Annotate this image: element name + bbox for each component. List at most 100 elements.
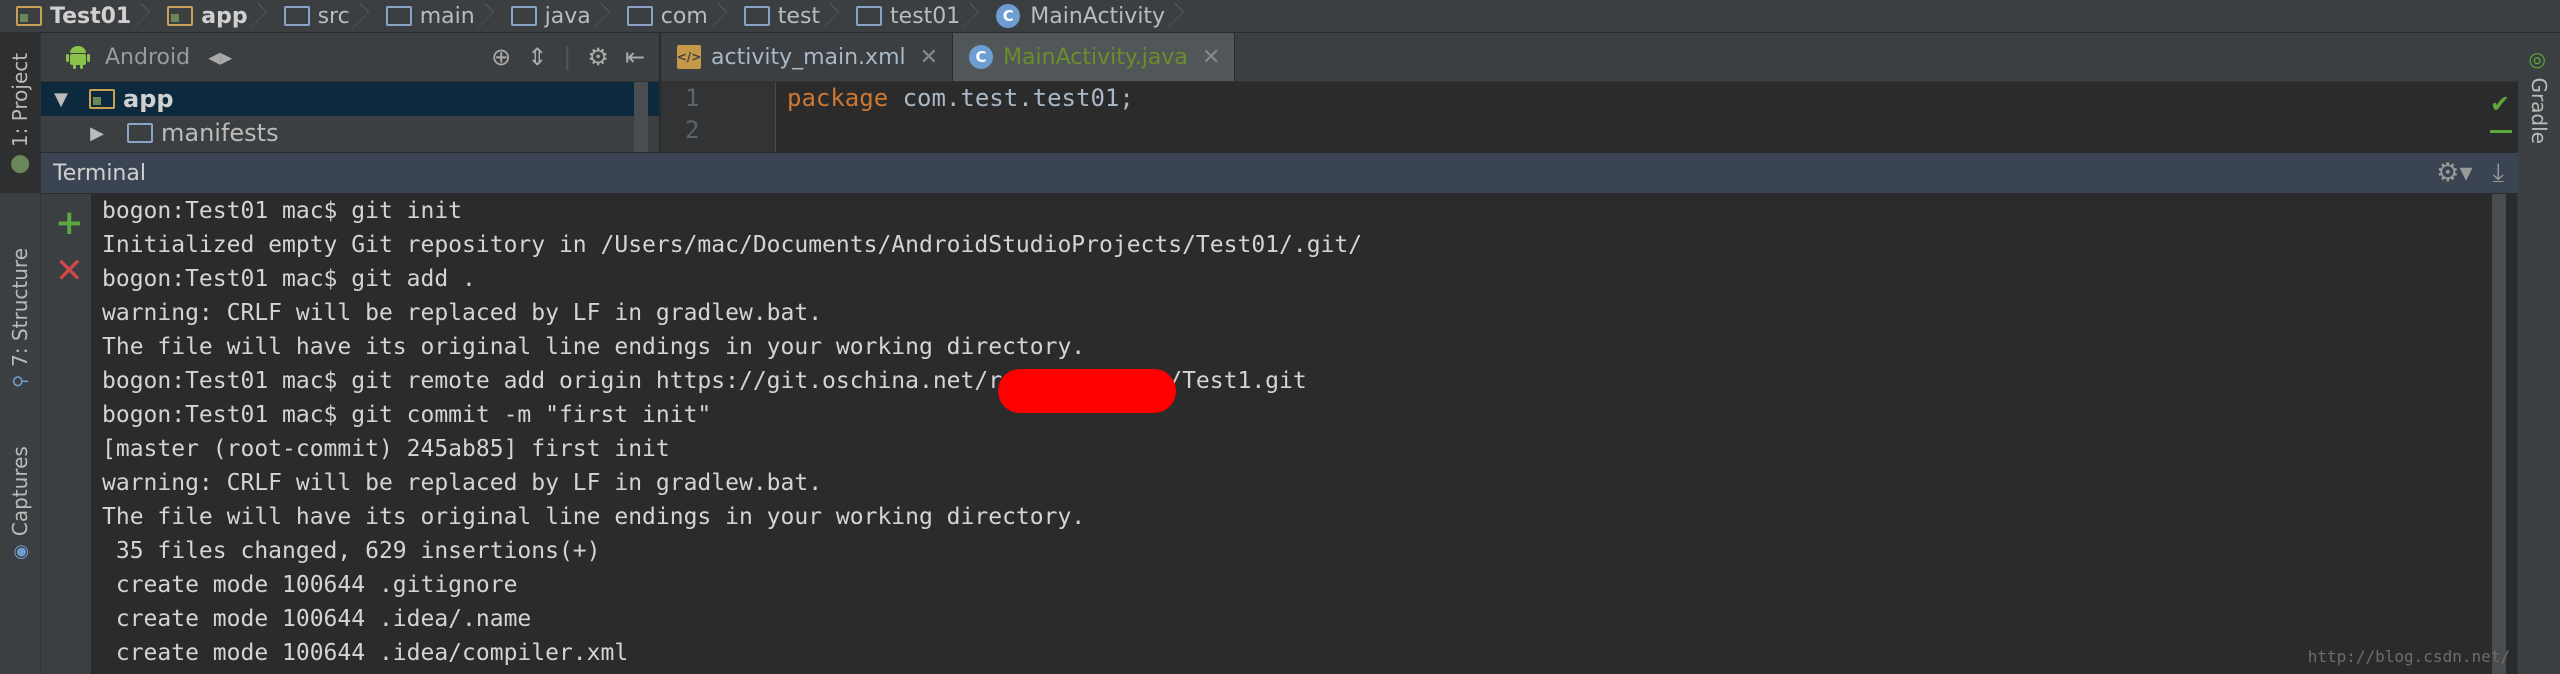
- terminal-line: create mode 100644 .idea/.name: [102, 606, 532, 632]
- tab-activity-main-xml[interactable]: </> activity_main.xml ✕: [661, 33, 954, 81]
- breadcrumb-label: test01: [890, 3, 961, 29]
- terminal-line: The file will have its original line end…: [102, 504, 1086, 530]
- expand-arrow-icon[interactable]: ▼: [47, 89, 75, 110]
- code-content[interactable]: package com.test.test01;: [787, 82, 1134, 146]
- tree-item-app[interactable]: ▼ app: [41, 82, 659, 116]
- tool-tab-label: Gradle: [2527, 77, 2551, 144]
- breadcrumb-item-test01-package[interactable]: test01: [842, 0, 982, 32]
- terminal-line: create mode 100644 .idea/compiler.xml: [102, 640, 629, 666]
- breadcrumb-label: Test01: [50, 3, 132, 29]
- collapse-arrow-icon[interactable]: ▶: [83, 123, 111, 144]
- breadcrumb-item-mainactivity[interactable]: C MainActivity: [982, 0, 1187, 32]
- breadcrumb-item-src[interactable]: src: [270, 0, 372, 32]
- new-session-plus-icon[interactable]: +: [55, 206, 84, 240]
- right-tool-strip: ◎ Gradle: [2517, 33, 2560, 674]
- tree-item-label: app: [123, 85, 174, 113]
- project-panel-header: Android ◂▸ ⊕ ⇕ | ⚙ ⇤: [41, 33, 659, 82]
- tree-item-label: manifests: [161, 119, 279, 147]
- breadcrumb-item-com[interactable]: com: [613, 0, 730, 32]
- terminal-line: create mode 100644 .gitignore: [102, 572, 518, 598]
- tree-item-manifests[interactable]: ▶ manifests: [41, 116, 659, 150]
- tab-label: MainActivity.java: [1003, 44, 1188, 70]
- tab-label: activity_main.xml: [711, 44, 906, 70]
- structure-icon: ⚲: [9, 374, 31, 389]
- tool-tab-captures[interactable]: ◉ Captures: [0, 423, 40, 583]
- tool-tab-project[interactable]: 1: Project: [0, 33, 40, 193]
- line-number: 2: [685, 116, 700, 144]
- breadcrumb-item-test01[interactable]: Test01: [0, 0, 153, 32]
- terminal-line: 35 files changed, 629 insertions(+): [102, 538, 601, 564]
- terminal-line: warning: CRLF will be replaced by LF in …: [102, 300, 823, 326]
- settings-gear-icon[interactable]: ⚙: [587, 43, 609, 71]
- breadcrumb-label: com: [660, 3, 708, 29]
- watermark: http://blog.csdn.net/: [2307, 647, 2510, 666]
- class-icon: C: [996, 4, 1021, 28]
- package-icon: [856, 6, 883, 26]
- line-number-gutter: 1 2: [661, 82, 776, 152]
- redaction-mark: [998, 369, 1176, 413]
- terminal-line: bogon:Test01 mac$ git init: [102, 198, 463, 224]
- breadcrumb-label: java: [544, 3, 591, 29]
- close-icon[interactable]: ✕: [920, 45, 938, 70]
- terminal-side-toolbar: + ✕: [41, 194, 91, 674]
- settings-gear-icon[interactable]: ⚙▾: [2436, 158, 2472, 188]
- breadcrumb-label: main: [419, 3, 475, 29]
- separator-icon: |: [563, 43, 572, 71]
- package-name: com.test.test01;: [888, 84, 1134, 112]
- collapse-all-icon[interactable]: ⇕: [527, 43, 547, 71]
- terminal-line: [master (root-commit) 245ab85] first ini…: [102, 436, 670, 462]
- package-icon: [743, 6, 770, 26]
- terminal-output[interactable]: bogon:Test01 mac$ git init Initialized e…: [92, 194, 2492, 674]
- tool-tab-label: 7: Structure: [8, 247, 33, 367]
- package-keyword: package: [787, 84, 889, 112]
- breadcrumb-label: test: [777, 3, 821, 29]
- terminal-line: bogon:Test01 mac$ git remote add origin …: [102, 368, 1307, 394]
- locate-icon[interactable]: ⊕: [491, 43, 511, 71]
- hide-panel-icon[interactable]: ⤓: [2493, 158, 2505, 189]
- breadcrumb: Test01 app src main java com test test01…: [0, 0, 2560, 33]
- tool-tab-gradle[interactable]: ◎ Gradle: [2518, 33, 2560, 163]
- tool-tab-structure[interactable]: ⚲ 7: Structure: [0, 233, 40, 403]
- terminal-scrollbar[interactable]: [2492, 194, 2506, 674]
- folder-icon: [283, 6, 310, 26]
- xml-icon: </>: [677, 45, 701, 69]
- breadcrumb-item-test[interactable]: test: [730, 0, 842, 32]
- folder-icon: [127, 123, 153, 143]
- breadcrumb-label: MainActivity: [1030, 3, 1166, 29]
- android-project-icon: [11, 155, 29, 174]
- left-tool-strip: 1: Project ⚲ 7: Structure ◉ Captures: [0, 33, 41, 674]
- android-icon: [66, 46, 90, 69]
- terminal-line: warning: CRLF will be replaced by LF in …: [102, 470, 823, 496]
- breadcrumb-item-app[interactable]: app: [153, 0, 269, 32]
- android-studio-window: Test01 app src main java com test test01…: [0, 0, 2560, 674]
- close-session-x-icon[interactable]: ✕: [55, 254, 84, 288]
- hide-panel-icon[interactable]: ⇤: [625, 43, 645, 71]
- breadcrumb-item-java[interactable]: java: [497, 0, 613, 32]
- folder-icon: [385, 6, 412, 26]
- terminal-toolbar: ⚙▾ ⤓: [2436, 158, 2518, 189]
- module-folder-icon: [16, 6, 42, 26]
- package-icon: [626, 6, 653, 26]
- project-tree: ▼ app ▶ manifests: [41, 82, 659, 152]
- captures-icon: ◉: [9, 544, 31, 560]
- module-folder-icon: [89, 89, 115, 109]
- code-editor[interactable]: 1 2 package com.test.test01;: [661, 82, 2518, 152]
- terminal-title: Terminal: [53, 160, 146, 186]
- view-toggle-icon[interactable]: ◂▸: [208, 43, 232, 71]
- code-line: package com.test.test01;: [787, 82, 1134, 114]
- line-number: 1: [685, 84, 700, 112]
- close-icon[interactable]: ✕: [1202, 45, 1220, 70]
- gradle-icon: ◎: [2527, 52, 2551, 70]
- project-view-selector[interactable]: Android: [105, 45, 190, 70]
- tab-mainactivity-java[interactable]: C MainActivity.java ✕: [953, 33, 1236, 81]
- breadcrumb-item-main[interactable]: main: [372, 0, 497, 32]
- module-folder-icon: [167, 6, 194, 26]
- breadcrumb-label: src: [317, 3, 350, 29]
- terminal-line: Initialized empty Git repository in /Use…: [102, 232, 1363, 258]
- project-scrollbar[interactable]: [634, 82, 648, 152]
- folder-icon: [510, 6, 537, 26]
- class-icon: C: [969, 45, 994, 69]
- tool-tab-label: 1: Project: [8, 52, 32, 148]
- analysis-ok-check-icon: ✔: [2490, 90, 2511, 118]
